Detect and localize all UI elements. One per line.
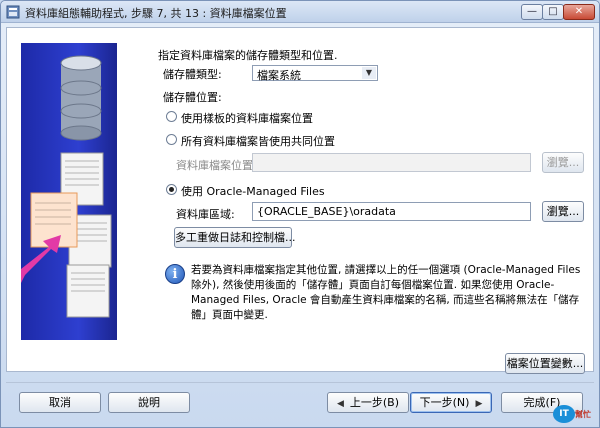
close-button[interactable]: ✕ xyxy=(563,4,595,20)
back-button-label: 上一步(B) xyxy=(349,396,400,409)
db-file-location-label: 資料庫檔案位置: xyxy=(176,159,257,172)
storage-type-select[interactable]: 檔案系統 ▼ xyxy=(252,65,378,82)
watermark-logo: IT xyxy=(553,405,575,423)
back-button[interactable]: ◀ 上一步(B) xyxy=(327,392,409,413)
browse-file-location-button[interactable]: 瀏覽... xyxy=(542,152,584,173)
db-area-input[interactable]: {ORACLE_BASE}\oradata xyxy=(252,202,531,221)
storage-location-label: 儲存體位置: xyxy=(163,91,222,104)
app-icon xyxy=(6,5,20,19)
db-file-location-input[interactable] xyxy=(252,153,531,172)
watermark-badge: IT 幫忙 xyxy=(553,403,597,425)
info-text: 若要為資料庫檔案指定其他位置, 請選擇以上的任一個選項 (Oracle-Mana… xyxy=(191,264,581,321)
watermark-sub: 幫忙 xyxy=(575,410,591,419)
option-omf-label[interactable]: 使用 Oracle-Managed Files xyxy=(181,183,325,199)
title-bar[interactable]: 資料庫組態輔助程式, 步驟 7, 共 13 : 資料庫檔案位置 — □ ✕ xyxy=(1,1,599,23)
next-arrow-icon: ▶ xyxy=(475,399,483,409)
next-button[interactable]: 下一步(N) ▶ xyxy=(410,392,492,413)
cancel-button[interactable]: 取消 xyxy=(19,392,101,413)
radio-omf[interactable] xyxy=(166,184,177,195)
page-heading: 指定資料庫檔案的儲存體類型和位置. xyxy=(158,49,338,62)
database-files-illustration xyxy=(21,55,112,318)
storage-type-label: 儲存體類型: xyxy=(163,68,222,81)
maximize-button[interactable]: □ xyxy=(542,4,564,20)
next-button-label: 下一步(N) xyxy=(419,396,470,409)
multiplex-redo-logs-button[interactable]: 多工重做日誌和控制檔... xyxy=(174,227,296,248)
illustration-panel xyxy=(21,43,117,340)
minimize-button[interactable]: — xyxy=(521,4,543,20)
browse-db-area-button[interactable]: 瀏覽... xyxy=(542,201,584,222)
window-title: 資料庫組態輔助程式, 步驟 7, 共 13 : 資料庫檔案位置 xyxy=(25,7,287,20)
info-icon: i xyxy=(165,264,185,284)
file-location-variables-button[interactable]: 檔案位置變數... xyxy=(505,353,585,374)
option-common-label[interactable]: 所有資料庫檔案皆使用共同位置 xyxy=(181,133,335,149)
radio-template-location[interactable] xyxy=(166,111,177,122)
db-area-value: {ORACLE_BASE}\oradata xyxy=(257,205,396,218)
storage-type-value: 檔案系統 xyxy=(257,69,301,82)
chevron-down-icon[interactable]: ▼ xyxy=(362,67,376,79)
wizard-window: 資料庫組態輔助程式, 步驟 7, 共 13 : 資料庫檔案位置 — □ ✕ 指定… xyxy=(0,0,600,428)
option-template-label[interactable]: 使用樣板的資料庫檔案位置 xyxy=(181,110,313,126)
back-arrow-icon: ◀ xyxy=(336,399,344,409)
help-button[interactable]: 說明 xyxy=(108,392,190,413)
radio-common-location[interactable] xyxy=(166,134,177,145)
footer-divider xyxy=(6,382,594,383)
db-area-label: 資料庫區域: xyxy=(176,208,235,221)
